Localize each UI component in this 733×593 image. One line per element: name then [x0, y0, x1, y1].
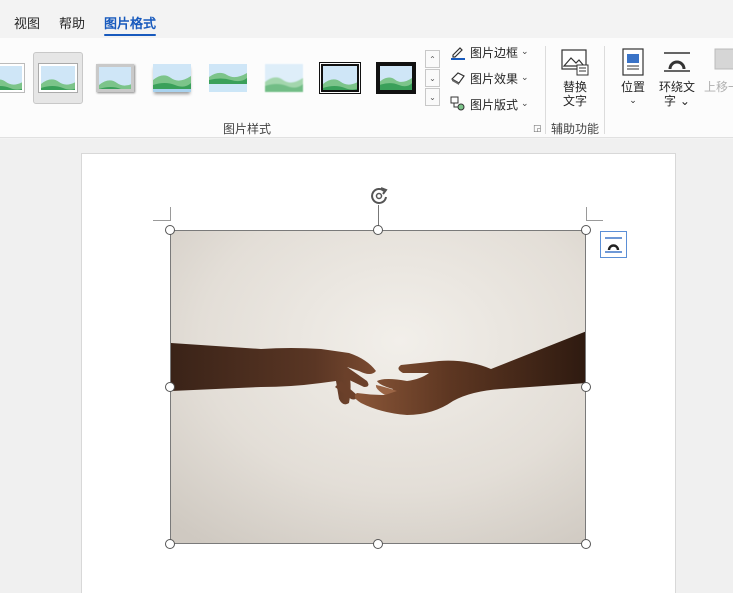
picture-style-black-frame[interactable]: [315, 52, 365, 104]
resize-handle-top-left[interactable]: [165, 225, 175, 235]
effects-icon: [450, 70, 466, 86]
wrap-text-icon: [661, 46, 693, 78]
resize-handle-right[interactable]: [581, 382, 591, 392]
wrap-text-icon: [605, 237, 622, 253]
resize-handle-bottom[interactable]: [373, 539, 383, 549]
picture-effects-label: 图片效果: [470, 71, 519, 86]
bring-forward-button[interactable]: 上移一: [702, 46, 733, 94]
bring-forward-icon: [706, 46, 733, 78]
picture-style-soft-edge[interactable]: [147, 52, 197, 104]
position-label: 位置: [620, 80, 645, 94]
accessibility-group-label: 辅助功能: [551, 122, 600, 136]
picture-style-simple-frame[interactable]: [0, 52, 30, 104]
chevron-down-icon: ⌄: [629, 96, 637, 106]
picture-style-reflected[interactable]: [203, 52, 253, 104]
gallery-scroll: ⌃ ⌄ ⌄: [425, 50, 440, 108]
margin-mark: [586, 220, 603, 221]
gallery-scroll-down-button[interactable]: ⌄: [425, 69, 440, 87]
landscape-icon: [209, 64, 247, 92]
resize-handle-top[interactable]: [373, 225, 383, 235]
landscape-icon: [319, 62, 361, 94]
picture-style-white-frame[interactable]: [33, 52, 83, 104]
picture-style-beveled-matte[interactable]: [90, 52, 140, 104]
picture-effects-button[interactable]: 图片效果 ⌄: [450, 68, 529, 88]
wrap-text-button[interactable]: 环绕文 字 ⌄: [656, 46, 698, 108]
group-separator: [545, 46, 546, 134]
ribbon: ⌃ ⌄ ⌄ 图片边框 ⌄ 图片效果 ⌄ 图片版式 ⌄ 图片样式 ◲ 替换 文字 …: [0, 38, 733, 138]
chevron-down-icon: ⌄: [521, 47, 529, 57]
picture-styles-gallery: [0, 50, 425, 108]
picture-styles-group-label: 图片样式: [223, 122, 272, 136]
picture-style-soft-edge-rectangle[interactable]: [259, 52, 309, 104]
position-icon: [617, 46, 649, 78]
margin-mark: [170, 207, 171, 221]
alt-text-icon: [559, 46, 591, 78]
resize-handle-top-right[interactable]: [581, 225, 591, 235]
picture-layout-icon: [450, 96, 466, 112]
margin-mark: [586, 207, 587, 221]
gallery-scroll-up-button[interactable]: ⌃: [425, 50, 440, 68]
ribbon-tab-bar: 视图 帮助 图片格式: [0, 0, 733, 38]
hands-photo: [171, 231, 585, 543]
tab-view[interactable]: 视图: [14, 13, 40, 32]
picture-border-button[interactable]: 图片边框 ⌄: [450, 42, 529, 62]
chevron-down-icon: ⌄: [521, 99, 529, 109]
bring-forward-label: 上移一: [703, 80, 733, 94]
resize-handle-bottom-left[interactable]: [165, 539, 175, 549]
gallery-more-button[interactable]: ⌄: [425, 88, 440, 106]
landscape-icon: [39, 64, 77, 92]
resize-handle-bottom-right[interactable]: [581, 539, 591, 549]
group-separator: [604, 46, 605, 134]
pen-border-icon: [450, 44, 466, 60]
tab-picture-format[interactable]: 图片格式: [104, 13, 157, 36]
landscape-icon: [376, 62, 416, 94]
resize-handle-left[interactable]: [165, 382, 175, 392]
picture-style-thick-black-frame[interactable]: [371, 52, 421, 104]
alt-text-label-line1: 替换: [562, 80, 587, 94]
dialog-launcher-icon[interactable]: ◲: [533, 124, 543, 134]
tab-help[interactable]: 帮助: [59, 13, 85, 32]
alt-text-label-line2: 文字: [562, 94, 587, 108]
layout-options-button[interactable]: [600, 231, 627, 258]
alt-text-button[interactable]: 替换 文字: [556, 46, 594, 108]
rotate-icon[interactable]: [368, 185, 390, 207]
picture-border-label: 图片边框: [470, 45, 519, 60]
position-button[interactable]: 位置 ⌄: [616, 46, 650, 108]
selected-picture[interactable]: [170, 230, 586, 544]
margin-mark: [153, 220, 170, 221]
picture-layout-button[interactable]: 图片版式 ⌄: [450, 94, 529, 114]
picture-layout-label: 图片版式: [470, 97, 519, 112]
wrap-text-label-line2: 字 ⌄: [664, 94, 690, 108]
landscape-icon: [0, 64, 24, 92]
wrap-text-label-line1: 环绕文: [658, 80, 695, 94]
landscape-icon: [153, 64, 191, 92]
chevron-down-icon: ⌄: [521, 73, 529, 83]
landscape-icon: [265, 64, 303, 92]
landscape-icon: [96, 64, 134, 92]
